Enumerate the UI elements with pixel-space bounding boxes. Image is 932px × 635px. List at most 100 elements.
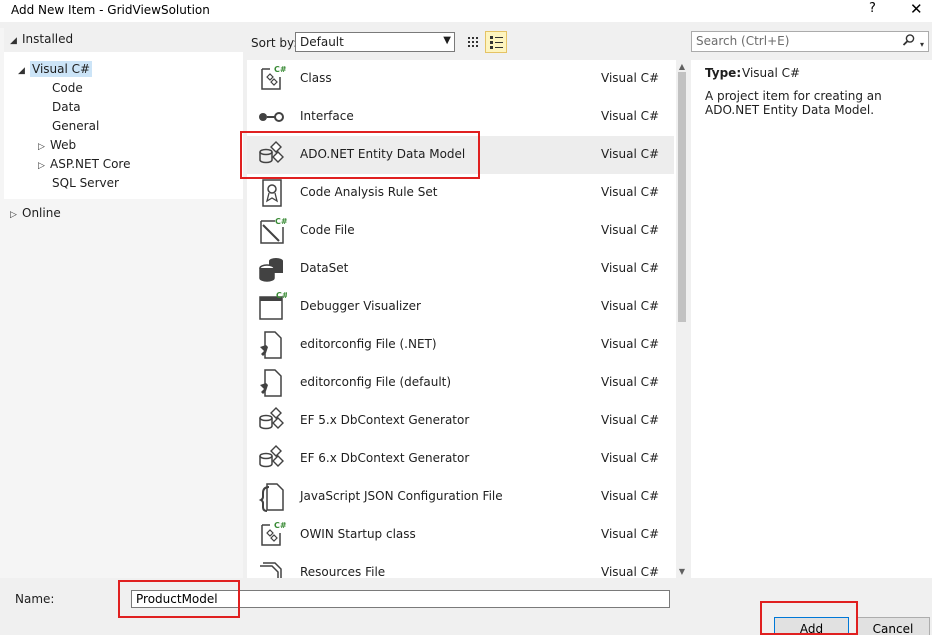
tree-item-aspnet-core[interactable]: ▷ ASP.NET Core bbox=[38, 155, 130, 174]
small-icons-view-button[interactable] bbox=[462, 31, 484, 53]
debugger-visualizer-icon: C# bbox=[259, 291, 287, 320]
tree-item-installed[interactable]: ◢ Installed bbox=[10, 30, 73, 49]
template-language: Visual C# bbox=[601, 223, 660, 237]
tree-item-code[interactable]: Code bbox=[52, 79, 83, 98]
template-row-debugger-visualizer[interactable]: C# Debugger Visualizer Visual C# bbox=[247, 288, 674, 326]
template-row-class[interactable]: C# Class Visual C# bbox=[247, 60, 674, 98]
sort-by-value: Default bbox=[300, 35, 344, 49]
grid-view-icon bbox=[468, 37, 478, 47]
type-label: Type: bbox=[705, 66, 742, 80]
class-icon: C# bbox=[261, 65, 287, 90]
help-button[interactable]: ? bbox=[869, 1, 876, 16]
template-language: Visual C# bbox=[601, 375, 660, 389]
title-bar: Add New Item - GridViewSolution ? ✕ bbox=[0, 0, 932, 22]
dbcontext-generator-icon bbox=[259, 445, 284, 468]
tree-label: SQL Server bbox=[52, 176, 119, 190]
tree-item-data[interactable]: Data bbox=[52, 98, 81, 117]
interface-icon bbox=[259, 112, 284, 122]
expanded-arrow-icon[interactable]: ◢ bbox=[10, 32, 22, 51]
template-row-ef5-dbcontext-generator[interactable]: EF 5.x DbContext Generator Visual C# bbox=[247, 402, 674, 440]
add-button[interactable]: Add bbox=[774, 617, 849, 635]
template-language: Visual C# bbox=[601, 489, 660, 503]
category-panel: ◢ Installed ◢ Visual C# Code Data General … bbox=[0, 28, 243, 578]
template-row-dataset[interactable]: DataSet Visual C# bbox=[247, 250, 674, 288]
medium-icons-view-button[interactable] bbox=[485, 31, 507, 53]
template-row-ado-net-entity-data-model[interactable]: ADO.NET Entity Data Model Visual C# bbox=[247, 136, 674, 174]
search-input[interactable]: Search (Ctrl+E) ▾ bbox=[691, 31, 929, 52]
dataset-icon bbox=[259, 258, 283, 282]
sort-by-dropdown[interactable]: Default ▼ bbox=[295, 32, 455, 52]
template-language: Visual C# bbox=[601, 413, 660, 427]
name-label: Name: bbox=[15, 592, 55, 606]
template-language: Visual C# bbox=[601, 147, 660, 161]
templates-list: C# Class Visual C# Interface Visual C# A… bbox=[247, 60, 688, 578]
template-row-resources-file[interactable]: Resources File Visual C# bbox=[247, 554, 674, 578]
json-config-icon bbox=[258, 483, 284, 512]
template-name: ADO.NET Entity Data Model bbox=[300, 147, 466, 161]
svg-text:C#: C# bbox=[274, 65, 287, 74]
entity-model-icon bbox=[259, 141, 284, 164]
list-view-icon bbox=[490, 36, 503, 49]
scroll-thumb[interactable] bbox=[678, 72, 686, 322]
dropdown-arrow-icon: ▼ bbox=[443, 35, 451, 46]
template-name: OWIN Startup class bbox=[300, 527, 416, 541]
template-row-ef6-dbcontext-generator[interactable]: EF 6.x DbContext Generator Visual C# bbox=[247, 440, 674, 478]
template-row-editorconfig-dotnet[interactable]: editorconfig File (.NET) Visual C# bbox=[247, 326, 674, 364]
type-value: Visual C# bbox=[742, 66, 801, 80]
template-name: editorconfig File (.NET) bbox=[300, 337, 437, 351]
template-name: Debugger Visualizer bbox=[300, 299, 421, 313]
template-language: Visual C# bbox=[601, 565, 660, 578]
tree-label: Data bbox=[52, 100, 81, 114]
owin-startup-icon: C# bbox=[261, 521, 287, 546]
expanded-arrow-icon[interactable]: ◢ bbox=[18, 62, 30, 81]
name-input[interactable] bbox=[131, 590, 670, 608]
search-icon[interactable]: ▾ bbox=[902, 33, 924, 50]
template-name: EF 6.x DbContext Generator bbox=[300, 451, 470, 465]
installed-header[interactable]: ◢ Installed bbox=[4, 28, 243, 52]
cancel-button[interactable]: Cancel bbox=[856, 617, 930, 635]
scroll-down-arrow-icon[interactable]: ▼ bbox=[676, 567, 688, 576]
svg-text:C#: C# bbox=[276, 291, 287, 300]
tree-item-sql-server[interactable]: SQL Server bbox=[52, 174, 119, 193]
collapsed-arrow-icon[interactable]: ▷ bbox=[10, 206, 22, 225]
template-name: editorconfig File (default) bbox=[300, 375, 452, 389]
template-name: Code Analysis Rule Set bbox=[300, 185, 438, 199]
template-row-javascript-json-config[interactable]: JavaScript JSON Configuration File Visua… bbox=[247, 478, 674, 516]
tree-item-online[interactable]: ▷ Online bbox=[10, 204, 61, 223]
template-language: Visual C# bbox=[601, 451, 660, 465]
code-file-icon: C# bbox=[260, 217, 287, 244]
template-row-code-file[interactable]: C# Code File Visual C# bbox=[247, 212, 674, 250]
tree-item-web[interactable]: ▷ Web bbox=[38, 136, 76, 155]
template-name: Code File bbox=[300, 223, 355, 237]
template-row-interface[interactable]: Interface Visual C# bbox=[247, 98, 674, 136]
templates-scrollbar[interactable]: ▲ ▼ bbox=[676, 60, 688, 578]
template-row-owin-startup-class[interactable]: C# OWIN Startup class Visual C# bbox=[247, 516, 674, 554]
category-tree: ◢ Visual C# Code Data General ▷ Web ▷ ASP.N… bbox=[4, 52, 243, 199]
template-language: Visual C# bbox=[601, 185, 660, 199]
tree-label: Installed bbox=[22, 32, 74, 46]
template-row-editorconfig-default[interactable]: editorconfig File (default) Visual C# bbox=[247, 364, 674, 402]
template-language: Visual C# bbox=[601, 337, 660, 351]
template-language: Visual C# bbox=[601, 261, 660, 275]
close-button[interactable]: ✕ bbox=[910, 0, 923, 18]
template-language: Visual C# bbox=[601, 527, 660, 541]
template-name: JavaScript JSON Configuration File bbox=[300, 489, 503, 503]
tree-label: ASP.NET Core bbox=[50, 157, 131, 171]
scroll-up-arrow-icon[interactable]: ▲ bbox=[676, 62, 688, 71]
template-description: A project item for creating an ADO.NET E… bbox=[705, 89, 882, 117]
template-language: Visual C# bbox=[601, 71, 660, 85]
resources-file-icon bbox=[260, 562, 282, 578]
template-name: Class bbox=[300, 71, 332, 85]
tree-label: Code bbox=[52, 81, 83, 95]
tree-item-general[interactable]: General bbox=[52, 117, 99, 136]
rule-set-icon bbox=[262, 179, 282, 207]
template-name: EF 5.x DbContext Generator bbox=[300, 413, 470, 427]
template-language: Visual C# bbox=[601, 299, 660, 313]
tree-item-visual-csharp[interactable]: ◢ Visual C# bbox=[18, 60, 93, 81]
editorconfig-icon bbox=[260, 369, 282, 397]
template-row-code-analysis-rule-set[interactable]: Code Analysis Rule Set Visual C# bbox=[247, 174, 674, 212]
template-name: DataSet bbox=[300, 261, 349, 275]
collapsed-arrow-icon[interactable]: ▷ bbox=[38, 157, 50, 176]
window-title: Add New Item - GridViewSolution bbox=[11, 3, 210, 17]
template-name: Interface bbox=[300, 109, 354, 123]
